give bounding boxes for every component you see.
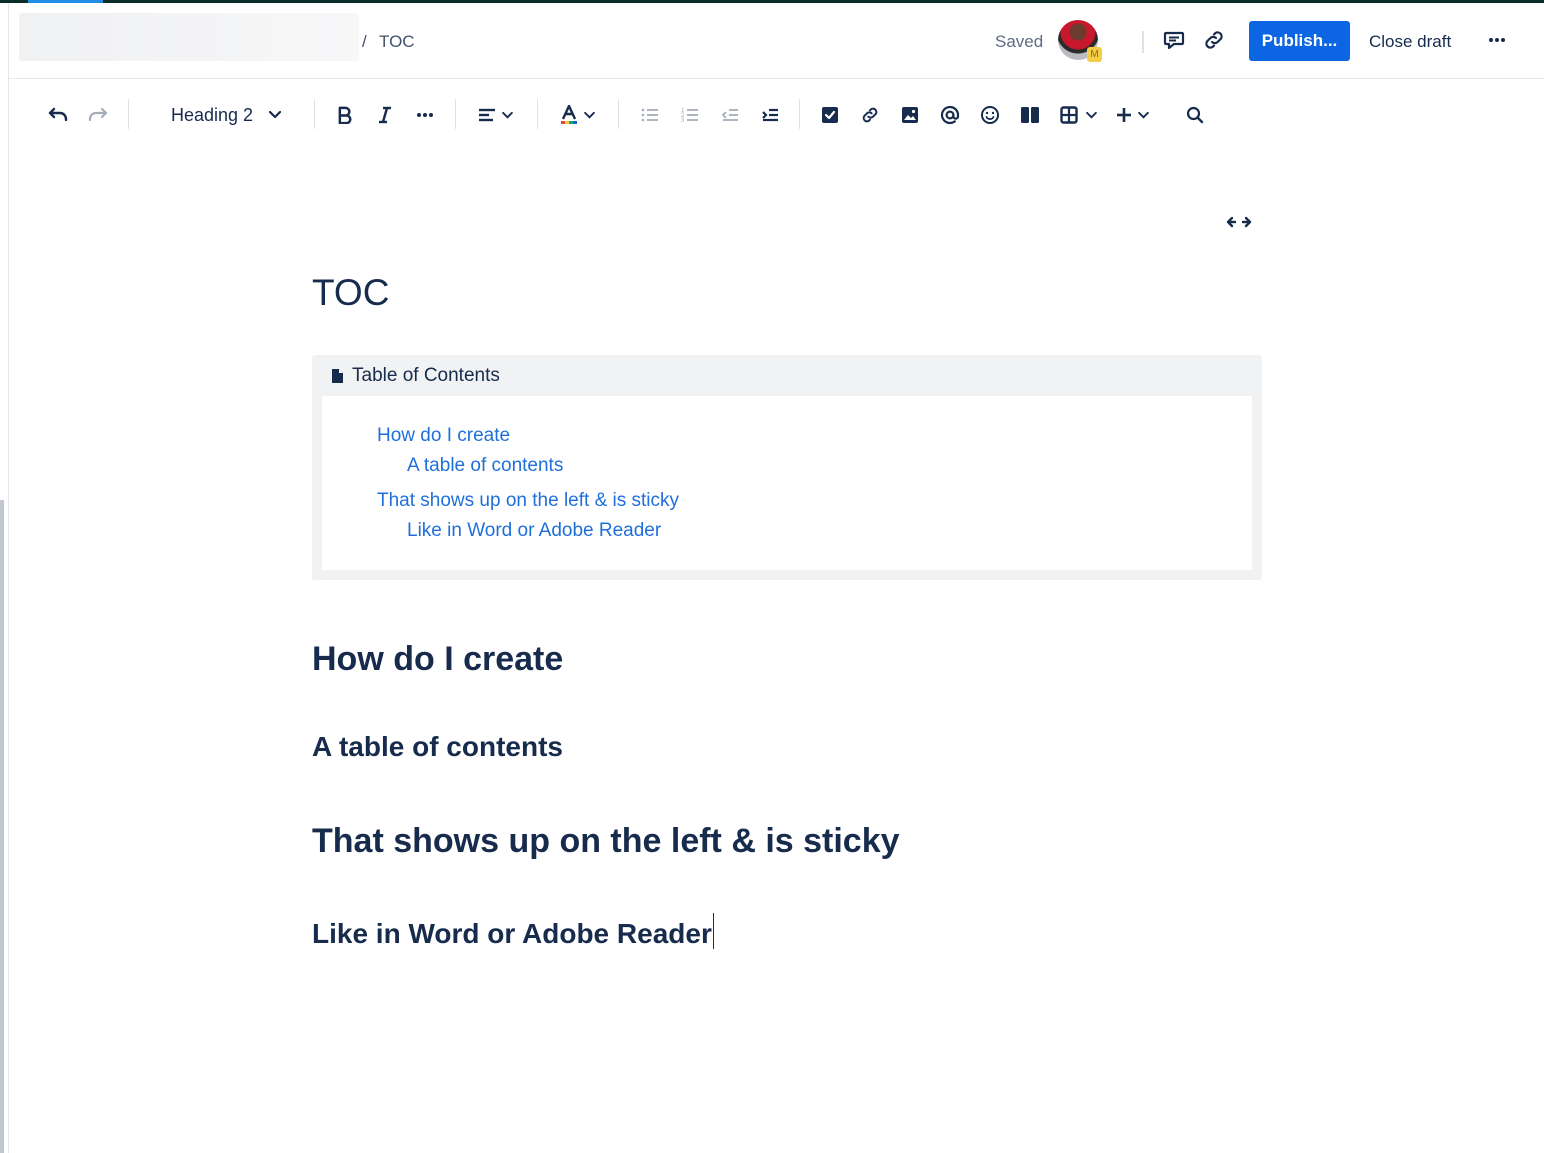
document-icon — [332, 369, 343, 383]
toolbar-divider — [128, 99, 129, 129]
toolbar-divider — [537, 99, 538, 129]
text-style-label: Heading 2 — [171, 104, 254, 125]
toolbar-divider — [314, 99, 315, 129]
chevron-down-icon — [1137, 111, 1149, 119]
heading-text: Like in Word or Adobe Reader — [312, 918, 712, 949]
table-icon — [1059, 106, 1078, 124]
text-style-dropdown[interactable]: Heading 2 — [171, 101, 282, 129]
comment-icon[interactable] — [1159, 25, 1189, 55]
undo-icon[interactable] — [45, 101, 71, 129]
toc-link[interactable]: Like in Word or Adobe Reader — [407, 520, 661, 542]
chevron-down-icon — [269, 111, 282, 119]
alignment-dropdown[interactable] — [475, 101, 515, 129]
editor-header: / TOC Saved M Publish... Close draft — [9, 3, 1544, 79]
breadcrumb-space-link[interactable] — [19, 13, 359, 61]
more-options-icon[interactable] — [1482, 25, 1512, 55]
publish-button[interactable]: Publish... — [1249, 21, 1350, 61]
action-item-icon[interactable] — [818, 101, 842, 129]
toc-link[interactable]: A table of contents — [407, 455, 563, 477]
chevron-down-icon — [583, 111, 595, 119]
heading-2-active[interactable]: Like in Word or Adobe Reader — [312, 913, 714, 950]
breadcrumb-separator: / — [362, 32, 367, 51]
breadcrumb-current-page[interactable]: TOC — [379, 32, 415, 52]
heading-1[interactable]: That shows up on the left & is sticky — [312, 822, 900, 861]
numbered-list-icon[interactable]: 123 — [678, 101, 702, 129]
save-status: Saved — [995, 32, 1044, 51]
avatar-badge: M — [1087, 47, 1102, 62]
layouts-icon[interactable] — [1018, 101, 1042, 129]
plus-icon — [1116, 108, 1131, 122]
toc-macro-header: Table of Contents — [330, 365, 500, 387]
toc-macro[interactable]: Table of Contents How do I create A tabl… — [312, 355, 1262, 580]
insert-image-icon[interactable] — [898, 101, 922, 129]
toc-link[interactable]: That shows up on the left & is sticky — [377, 490, 679, 512]
more-formatting-icon[interactable] — [413, 101, 437, 129]
outdent-icon[interactable] — [718, 101, 742, 129]
heading-1[interactable]: How do I create — [312, 640, 563, 679]
toolbar-divider — [799, 99, 800, 129]
link-icon[interactable] — [1199, 25, 1229, 55]
text-cursor — [712, 913, 714, 949]
indent-icon[interactable] — [758, 101, 782, 129]
page-title[interactable]: TOC — [312, 272, 389, 314]
insert-link-icon[interactable] — [858, 101, 882, 129]
find-replace-search-icon[interactable] — [1183, 101, 1207, 129]
toc-macro-label: Table of Contents — [352, 365, 500, 386]
emoji-icon[interactable] — [978, 101, 1002, 129]
toc-link[interactable]: How do I create — [377, 425, 510, 447]
full-width-toggle-icon[interactable] — [1226, 213, 1252, 231]
editor-toolbar: Heading 2 123 — [9, 79, 1544, 151]
text-color-dropdown[interactable] — [557, 101, 597, 129]
sidebar-scrollbar[interactable] — [0, 500, 4, 1153]
insert-more-dropdown[interactable] — [1112, 101, 1152, 129]
chevron-down-icon — [501, 111, 513, 119]
toc-macro-body: How do I create A table of contents That… — [322, 396, 1252, 570]
svg-text:3: 3 — [681, 118, 685, 124]
chevron-down-icon — [1085, 111, 1097, 119]
heading-2[interactable]: A table of contents — [312, 731, 563, 763]
mention-icon[interactable] — [938, 101, 962, 129]
align-left-icon — [478, 108, 495, 122]
avatar[interactable]: M — [1058, 20, 1102, 62]
toolbar-divider — [455, 99, 456, 129]
italic-icon[interactable] — [373, 101, 397, 129]
redo-icon[interactable] — [85, 101, 111, 129]
insert-table-dropdown[interactable] — [1054, 101, 1102, 129]
bold-icon[interactable] — [333, 101, 357, 129]
text-color-icon — [560, 105, 577, 124]
header-divider — [1142, 31, 1144, 53]
toolbar-divider — [618, 99, 619, 129]
close-draft-button[interactable]: Close draft — [1369, 32, 1451, 52]
bullet-list-icon[interactable] — [638, 101, 662, 129]
